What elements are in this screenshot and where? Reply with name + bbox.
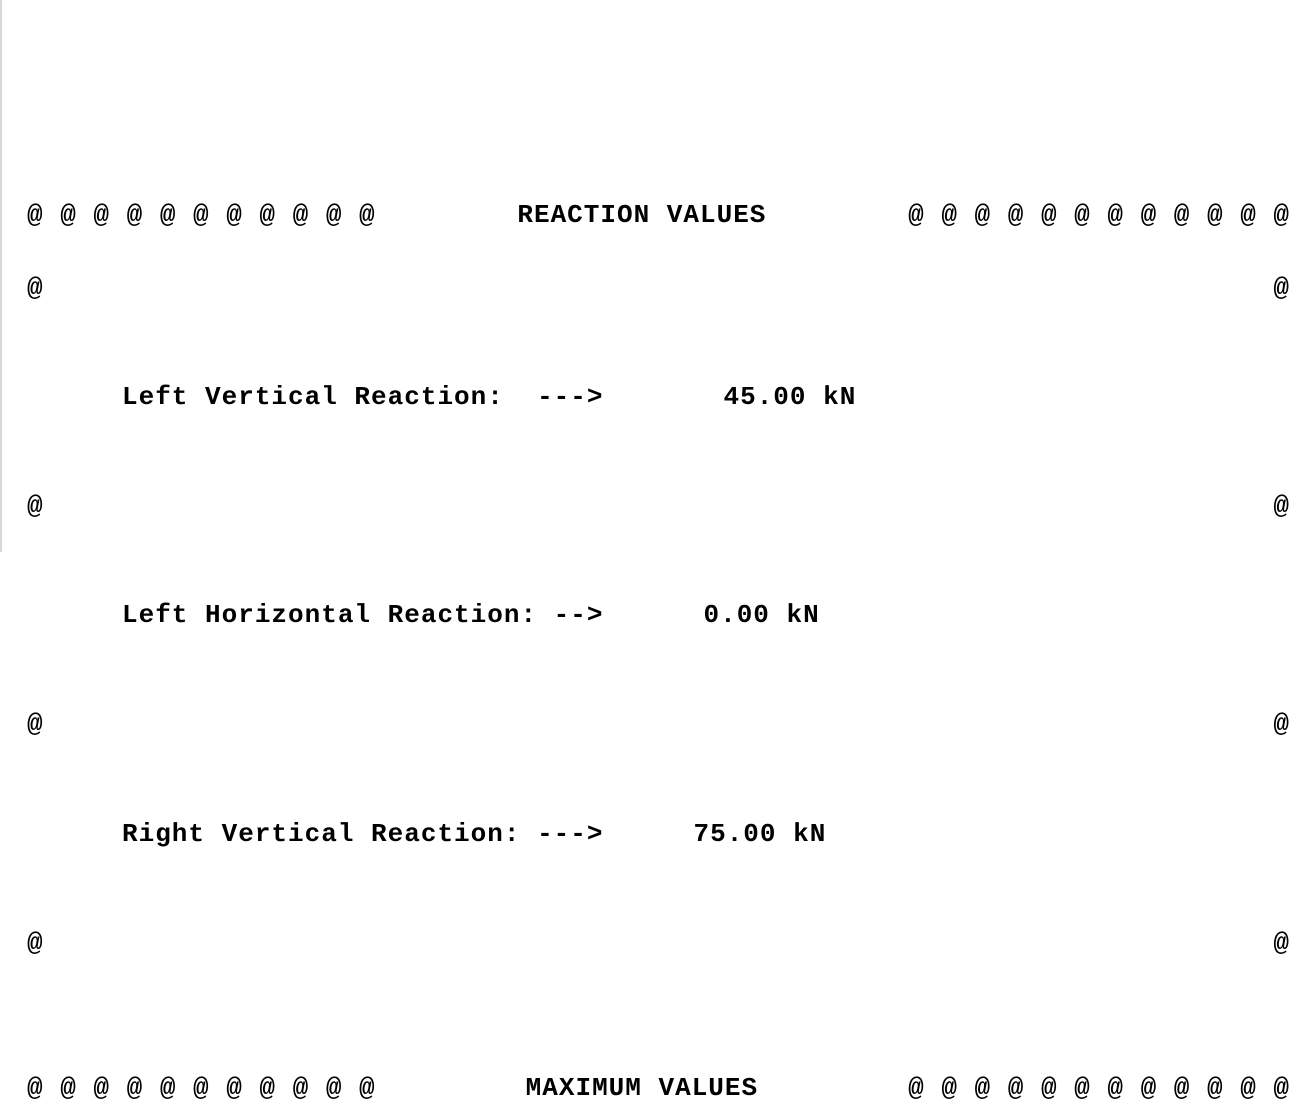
right-vertical-reaction-value: 75.00 kN [603, 816, 826, 852]
border-at: @ [1273, 706, 1290, 742]
border-at: @ [1273, 270, 1290, 306]
left-horizontal-reaction-label: Left Horizontal Reaction: --> [122, 597, 603, 633]
border-spacer: @ @ [27, 706, 1290, 742]
left-vertical-reaction-label: Left Vertical Reaction: ---> [122, 379, 603, 415]
border-at: @ [27, 925, 44, 961]
border-spacer: @ @ [27, 488, 1290, 524]
section1-header: @ @ @ @ @ @ @ @ @ @ @ REACTION VALUES @ … [27, 197, 1290, 233]
right-vertical-reaction-label: Right Vertical Reaction: ---> [122, 816, 603, 852]
left-horizontal-reaction-value: 0.00 kN [603, 597, 819, 633]
section1-title: REACTION VALUES [376, 197, 908, 233]
border-at: @ [27, 706, 44, 742]
section2-header: @ @ @ @ @ @ @ @ @ @ @ MAXIMUM VALUES @ @… [27, 1070, 1290, 1104]
border-at: @ [27, 488, 44, 524]
left-vertical-reaction-value: 45.00 kN [603, 379, 856, 415]
reaction-row-3: Right Vertical Reaction: ---> 75.00 kN [27, 816, 1290, 852]
border-run: @ @ @ @ @ @ @ @ @ @ @ [27, 1070, 376, 1104]
border-run: @ @ @ @ @ @ @ @ @ @ @ @ [908, 197, 1290, 233]
border-spacer: @ @ [27, 270, 1290, 306]
border-spacer: @ @ [27, 925, 1290, 961]
border-at: @ [1273, 488, 1290, 524]
reaction-row-2: Left Horizontal Reaction: --> 0.00 kN [27, 597, 1290, 633]
section2-title: MAXIMUM VALUES [376, 1070, 908, 1104]
border-run: @ @ @ @ @ @ @ @ @ @ @ [27, 197, 376, 233]
reaction-row-1: Left Vertical Reaction: ---> 45.00 kN [27, 379, 1290, 415]
border-run: @ @ @ @ @ @ @ @ @ @ @ @ [908, 1070, 1290, 1104]
border-at: @ [27, 270, 44, 306]
border-at: @ [1273, 925, 1290, 961]
